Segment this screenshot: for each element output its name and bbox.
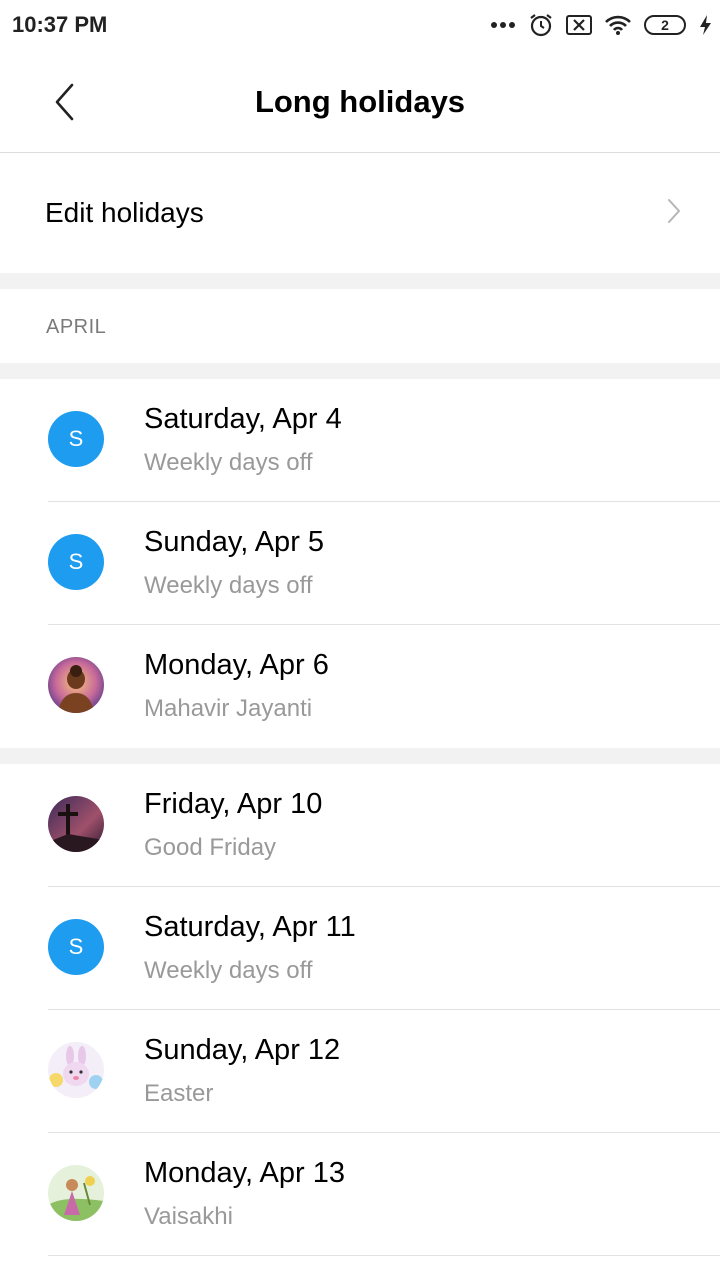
wifi-icon (604, 14, 632, 36)
holiday-date: Monday, Apr 6 (144, 649, 329, 681)
alarm-icon (528, 12, 554, 38)
edit-holidays-row[interactable]: Edit holidays (0, 153, 720, 273)
chevron-right-icon (666, 197, 682, 230)
holiday-date: Monday, Apr 13 (144, 1157, 345, 1189)
list-divider (48, 1255, 720, 1256)
battery-icon: 2 (644, 15, 686, 35)
vaisakhi-avatar-icon (48, 1165, 104, 1221)
holiday-date: Saturday, Apr 4 (144, 403, 342, 435)
letter-avatar: S (48, 411, 104, 467)
letter-avatar: S (48, 919, 104, 975)
mahavir-avatar-icon (48, 657, 104, 713)
group-separator (0, 748, 720, 764)
holiday-date: Sunday, Apr 12 (144, 1034, 341, 1066)
holiday-list-item[interactable]: Monday, Apr 6 Mahavir Jayanti (0, 625, 720, 747)
section-separator (0, 363, 720, 379)
holiday-list-item[interactable]: S Saturday, Apr 4 Weekly days off (0, 379, 720, 501)
holiday-name: Easter (144, 1080, 214, 1107)
cross-avatar-icon (48, 796, 104, 852)
easter-bunny-avatar-icon (48, 1042, 104, 1098)
holiday-list-item[interactable]: Friday, Apr 10 Good Friday (0, 764, 720, 886)
holiday-date: Saturday, Apr 11 (144, 911, 356, 943)
holiday-name: Good Friday (144, 834, 277, 861)
month-header: APRIL (46, 316, 107, 338)
holiday-name: Vaisakhi (144, 1203, 233, 1230)
more-dots-icon (490, 21, 516, 29)
status-time: 10:37 PM (12, 12, 108, 37)
charging-icon (698, 14, 712, 36)
letter-avatar: S (48, 534, 104, 590)
section-separator (0, 273, 720, 289)
holiday-name: Mahavir Jayanti (144, 695, 313, 722)
edit-holidays-label: Edit holidays (45, 197, 204, 228)
status-bar: 10:37 PM 2 (0, 0, 720, 52)
holiday-list-item[interactable]: Monday, Apr 13 Vaisakhi (0, 1133, 720, 1255)
holiday-list-item[interactable]: S Saturday, Apr 11 Weekly days off (0, 887, 720, 1009)
page-title: Long holidays (254, 84, 466, 119)
battery-level: 2 (644, 15, 686, 35)
status-icons: 2 (490, 12, 712, 38)
sim-off-icon (566, 15, 592, 35)
holiday-date: Friday, Apr 10 (144, 788, 323, 820)
holiday-list-item[interactable]: Sunday, Apr 12 Easter (0, 1010, 720, 1132)
holiday-date: Sunday, Apr 5 (144, 526, 325, 558)
holiday-name: Weekly days off (144, 449, 313, 476)
app-header: Long holidays (0, 52, 720, 152)
holiday-name: Weekly days off (144, 957, 313, 984)
holiday-list-item[interactable]: S Sunday, Apr 5 Weekly days off (0, 502, 720, 624)
holiday-name: Weekly days off (144, 572, 313, 599)
